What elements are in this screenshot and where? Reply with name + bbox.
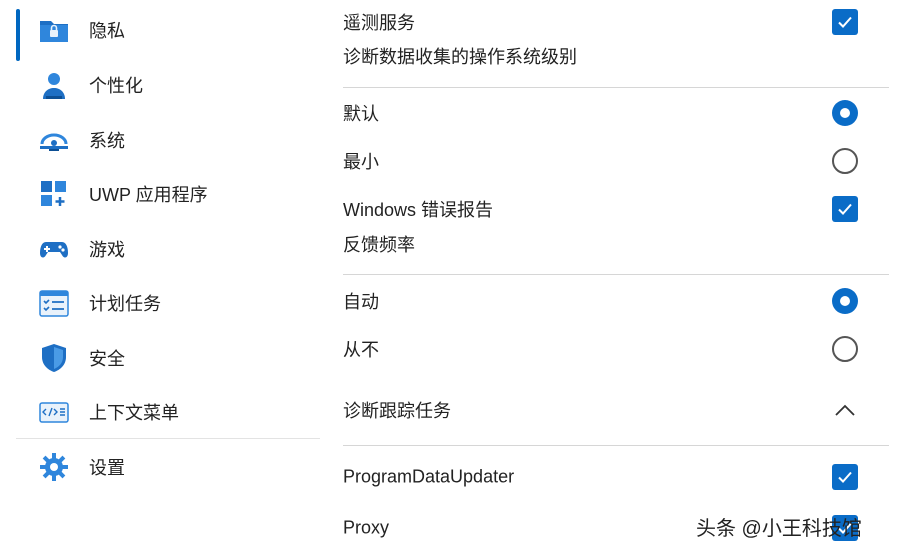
sidebar-item-security[interactable]: 安全 — [16, 335, 316, 381]
option-label: 默认 — [343, 104, 379, 124]
diag-option-default[interactable]: 默认 — [343, 93, 883, 133]
feedback-option-never[interactable]: 从不 — [343, 329, 883, 369]
privacy-folder-icon — [38, 14, 70, 46]
sidebar-item-system[interactable]: 系统 — [16, 117, 316, 163]
task-list-icon — [38, 287, 70, 319]
sidebar-item-label: UWP 应用程序 — [89, 185, 208, 205]
sidebar-item-label: 游戏 — [89, 240, 125, 260]
watermark: 头条 @小王科技馆 — [696, 518, 862, 540]
option-label: 最小 — [343, 152, 379, 172]
sidebar-item-label: 安全 — [89, 349, 125, 369]
diag-level-heading-row: 诊断数据收集的操作系统级别 — [343, 36, 883, 76]
sidebar: 隐私 个性化 系统 UWP 应用程序 游戏 计划任务 安全 上下文菜单 设置 — [0, 0, 320, 552]
feedback-heading-row: 反馈频率 — [343, 224, 883, 264]
sidebar-item-label: 隐私 — [89, 21, 125, 41]
person-icon — [38, 69, 70, 101]
sidebar-item-scheduled-tasks[interactable]: 计划任务 — [16, 280, 316, 326]
sidebar-item-games[interactable]: 游戏 — [16, 226, 316, 272]
checkmark-icon — [838, 471, 852, 483]
divider — [343, 274, 889, 275]
sidebar-divider — [16, 438, 320, 439]
radio-default[interactable] — [832, 100, 858, 126]
system-monitor-icon — [38, 124, 70, 156]
apps-grid-icon — [38, 178, 70, 210]
checkmark-icon — [838, 203, 852, 215]
chevron-up-icon[interactable] — [832, 397, 858, 423]
shield-icon — [38, 342, 70, 374]
option-label: 从不 — [343, 340, 379, 360]
telemetry-label: 遥测服务 — [343, 13, 415, 33]
sidebar-item-settings[interactable]: 设置 — [16, 444, 316, 490]
task-checkbox[interactable] — [832, 464, 858, 490]
trace-tasks-label: 诊断跟踪任务 — [343, 401, 451, 421]
radio-never[interactable] — [832, 336, 858, 362]
sidebar-item-privacy[interactable]: 隐私 — [16, 7, 316, 61]
divider — [343, 87, 889, 88]
sidebar-item-personalization[interactable]: 个性化 — [16, 62, 316, 108]
divider — [343, 445, 889, 446]
error-report-checkbox[interactable] — [832, 196, 858, 222]
feedback-heading: 反馈频率 — [343, 235, 415, 255]
radio-minimum[interactable] — [832, 148, 858, 174]
sidebar-item-uwp[interactable]: UWP 应用程序 — [16, 171, 316, 217]
error-report-row: Windows 错误报告 — [343, 189, 883, 229]
task-row: ProgramDataUpdater — [343, 457, 883, 497]
sidebar-item-label: 上下文菜单 — [89, 403, 179, 423]
gamepad-icon — [38, 233, 70, 265]
sidebar-item-label: 个性化 — [89, 76, 143, 96]
error-report-label: Windows 错误报告 — [343, 200, 494, 220]
feedback-option-auto[interactable]: 自动 — [343, 281, 883, 321]
sidebar-item-label: 系统 — [89, 131, 125, 151]
sidebar-item-label: 计划任务 — [89, 294, 161, 314]
diag-level-heading: 诊断数据收集的操作系统级别 — [343, 47, 577, 67]
sidebar-item-context-menu[interactable]: 上下文菜单 — [16, 389, 316, 435]
checkmark-icon — [838, 16, 852, 28]
gear-icon — [38, 451, 70, 483]
telemetry-checkbox[interactable] — [832, 9, 858, 35]
sidebar-item-label: 设置 — [89, 458, 125, 478]
task-label: Proxy — [343, 517, 390, 538]
diag-option-minimum[interactable]: 最小 — [343, 141, 883, 181]
radio-auto[interactable] — [832, 288, 858, 314]
trace-tasks-header[interactable]: 诊断跟踪任务 — [343, 390, 883, 430]
task-label: ProgramDataUpdater — [343, 466, 515, 487]
context-menu-code-icon — [38, 396, 70, 428]
option-label: 自动 — [343, 292, 379, 312]
settings-panel: 遥测服务 诊断数据收集的操作系统级别 默认 最小 Windows 错误报告 反馈… — [343, 0, 902, 552]
